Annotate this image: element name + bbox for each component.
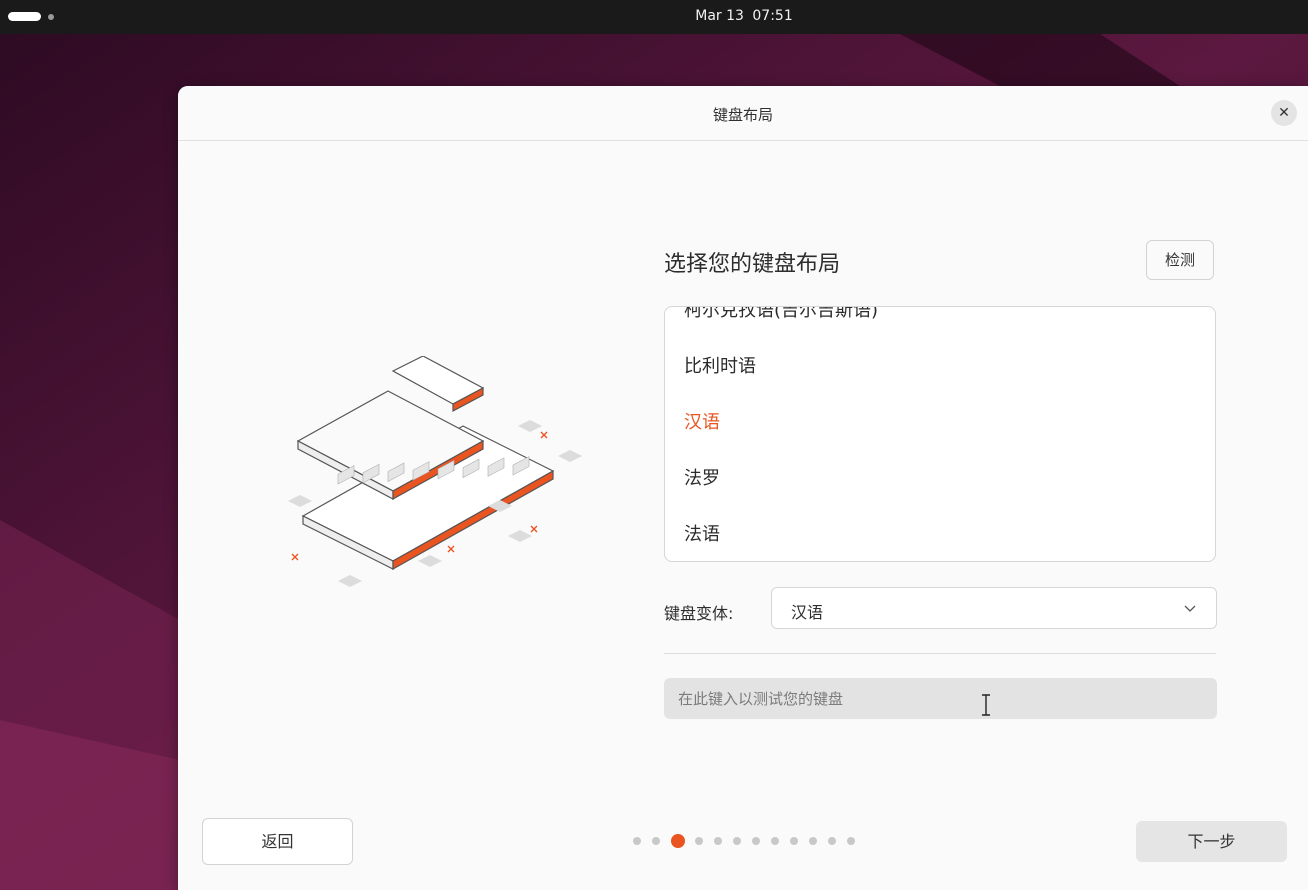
layout-item[interactable]: 比利时语 [665, 339, 1215, 395]
detect-button[interactable]: 检测 [1146, 240, 1214, 280]
installer-dialog: 键盘布局 ✕ 选择您的键盘布局 检测 柯尔克孜语(吉尔吉斯语) 比利时语 汉语 … [178, 86, 1308, 890]
clock-time: 07:51 [752, 8, 793, 24]
clock-date: Mar 13 [695, 8, 744, 24]
variant-dropdown[interactable]: 汉语 [771, 587, 1217, 629]
next-button[interactable]: 下一步 [1136, 821, 1287, 862]
step-dot-current [671, 834, 685, 848]
step-dot [633, 837, 641, 845]
back-button[interactable]: 返回 [202, 818, 353, 865]
layout-item[interactable]: 法语 [665, 507, 1215, 561]
layout-item[interactable]: 法罗 [665, 451, 1215, 507]
step-dot [809, 837, 817, 845]
section-title: 选择您的键盘布局 [664, 252, 841, 277]
layout-item-selected[interactable]: 汉语 [665, 395, 1215, 451]
clock[interactable]: Mar 13 07:51 [0, 8, 1308, 24]
step-dot [752, 837, 760, 845]
top-bar: Mar 13 07:51 [0, 0, 1308, 34]
step-dot [847, 837, 855, 845]
layout-item[interactable]: 柯尔克孜语(吉尔吉斯语) [665, 307, 1215, 339]
step-dot [714, 837, 722, 845]
keyboard-illustration [288, 356, 582, 587]
variant-value: 汉语 [791, 603, 824, 622]
close-button[interactable]: ✕ [1271, 100, 1297, 126]
close-icon: ✕ [1278, 105, 1290, 121]
step-dot [828, 837, 836, 845]
dialog-title: 键盘布局 [712, 106, 773, 124]
layout-list[interactable]: 柯尔克孜语(吉尔吉斯语) 比利时语 汉语 法罗 法语 [664, 306, 1216, 562]
variant-label: 键盘变体: [664, 604, 734, 623]
step-dot [771, 837, 779, 845]
dialog-header: 键盘布局 ✕ [178, 86, 1308, 141]
step-dot [790, 837, 798, 845]
step-dot [733, 837, 741, 845]
step-dot [695, 837, 703, 845]
divider [664, 653, 1216, 654]
keyboard-test-input[interactable] [664, 678, 1217, 719]
chevron-down-icon [1184, 605, 1196, 612]
step-dot [652, 837, 660, 845]
text-cursor-icon [982, 694, 990, 716]
